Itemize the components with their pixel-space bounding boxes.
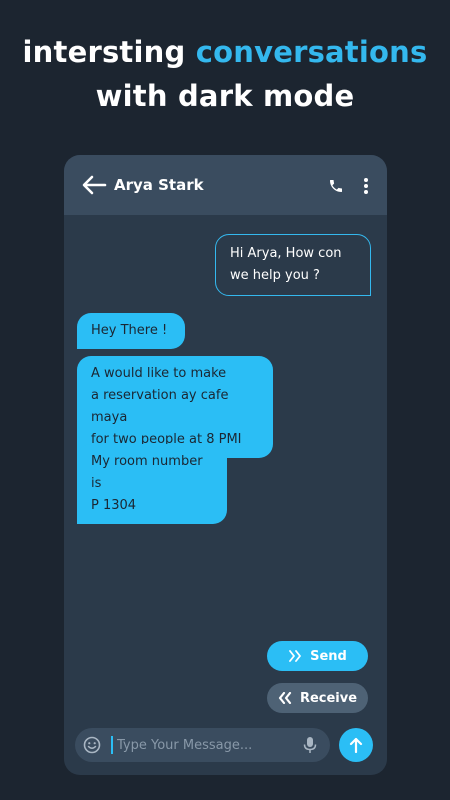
- emoji-button[interactable]: [83, 736, 101, 754]
- send-button-label: Send: [310, 648, 347, 664]
- double-chevron-right-icon: [289, 650, 302, 662]
- arrow-left-icon: [82, 175, 107, 195]
- headline-accent: conversations: [195, 35, 428, 69]
- back-button[interactable]: [80, 173, 108, 197]
- arrow-up-icon: [349, 737, 363, 753]
- outgoing-message: Hi Arya, How con we help you ?: [215, 234, 371, 296]
- promo-headline: intersting conversations with dark mode: [0, 30, 450, 118]
- call-button[interactable]: [326, 176, 346, 196]
- message-line: we help you ?: [230, 268, 320, 283]
- headline-line-1: intersting conversations: [0, 30, 450, 74]
- incoming-message: My room number is P 1304: [77, 444, 227, 524]
- more-options-button[interactable]: [358, 175, 374, 197]
- double-chevron-left-icon: [278, 692, 292, 704]
- message-line: My room number is: [91, 454, 203, 491]
- headline-prefix: intersting: [22, 35, 186, 69]
- message-line: Hi Arya, How con: [230, 246, 342, 261]
- headline-line-2: with dark mode: [95, 79, 355, 113]
- message-line: a reservation ay cafe maya: [91, 388, 229, 425]
- microphone-button[interactable]: [303, 736, 317, 754]
- send-message-button[interactable]: [339, 728, 373, 762]
- chat-app-bar: Arya Stark: [64, 155, 387, 215]
- message-line: A would like to make: [91, 366, 227, 381]
- receive-button-label: Receive: [299, 690, 358, 706]
- text-cursor: [111, 736, 113, 754]
- send-button[interactable]: Send: [267, 641, 368, 671]
- incoming-message: Hey There !: [77, 313, 185, 349]
- message-input[interactable]: [117, 733, 297, 757]
- incoming-message: A would like to make a reservation ay ca…: [77, 356, 273, 458]
- message-line: Hey There !: [91, 323, 168, 338]
- message-line: P 1304: [91, 498, 137, 513]
- message-composer: [75, 728, 330, 762]
- receive-button[interactable]: Receive: [267, 683, 368, 713]
- more-vertical-icon: [364, 178, 368, 194]
- microphone-icon: [303, 737, 317, 753]
- smiley-icon: [83, 736, 101, 754]
- phone-icon: [330, 180, 342, 192]
- chat-screen: Arya Stark Hi Arya, How con we help you …: [64, 155, 387, 775]
- contact-name: Arya Stark: [114, 176, 204, 194]
